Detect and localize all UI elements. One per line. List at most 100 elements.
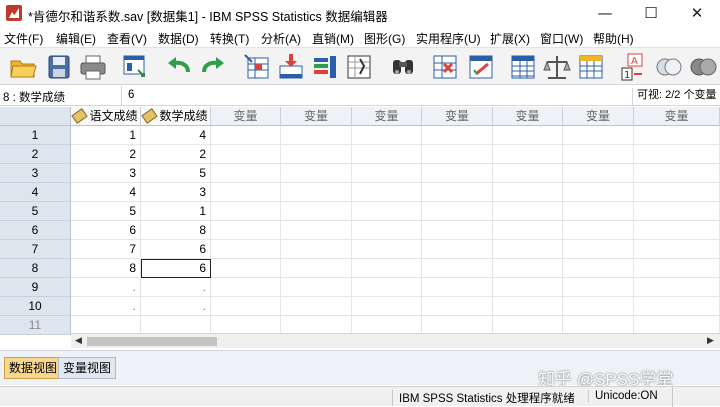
data-cell[interactable] xyxy=(634,164,720,183)
menu-edit[interactable]: 编辑(E) xyxy=(56,30,96,47)
data-cell[interactable]: 2 xyxy=(71,145,141,164)
recall-dialog-icon[interactable] xyxy=(120,52,150,82)
data-cell[interactable] xyxy=(563,278,634,297)
data-cell[interactable]: 5 xyxy=(71,202,141,221)
data-cell[interactable] xyxy=(422,259,493,278)
menu-marketing[interactable]: 直销(M) xyxy=(312,30,354,47)
minimize-button[interactable]: — xyxy=(582,0,628,27)
menu-window[interactable]: 窗口(W) xyxy=(540,30,583,47)
find-icon[interactable] xyxy=(388,52,418,82)
data-cell[interactable] xyxy=(281,297,352,316)
data-cell[interactable] xyxy=(634,202,720,221)
data-cell[interactable] xyxy=(493,259,563,278)
data-cell[interactable] xyxy=(563,145,634,164)
active-data-cell[interactable]: 6 xyxy=(141,259,211,278)
menu-utilities[interactable]: 实用程序(U) xyxy=(416,30,481,47)
split-file-icon[interactable] xyxy=(508,52,538,82)
data-cell[interactable] xyxy=(352,240,422,259)
data-cell[interactable] xyxy=(493,278,563,297)
data-cell[interactable] xyxy=(211,126,281,145)
value-labels-icon[interactable]: A 1 xyxy=(618,52,648,82)
data-cell[interactable] xyxy=(281,240,352,259)
row-header[interactable]: 4 xyxy=(0,183,71,202)
data-cell[interactable] xyxy=(422,278,493,297)
column-header-chinese-score[interactable]: 语文成绩 xyxy=(71,107,141,126)
data-cell[interactable] xyxy=(352,126,422,145)
menu-graphs[interactable]: 图形(G) xyxy=(364,30,405,47)
data-cell[interactable] xyxy=(422,145,493,164)
data-cell[interactable] xyxy=(634,297,720,316)
data-cell[interactable] xyxy=(422,221,493,240)
menu-view[interactable]: 查看(V) xyxy=(107,30,147,47)
data-cell[interactable]: 3 xyxy=(141,183,211,202)
data-cell[interactable] xyxy=(493,183,563,202)
data-cell[interactable] xyxy=(422,240,493,259)
menu-transform[interactable]: 转换(T) xyxy=(210,30,249,47)
data-cell[interactable] xyxy=(352,183,422,202)
select-cases-icon[interactable] xyxy=(576,52,606,82)
data-cell[interactable] xyxy=(563,297,634,316)
data-cell[interactable] xyxy=(493,164,563,183)
data-cell[interactable]: . xyxy=(141,297,211,316)
tab-data-view[interactable]: 数据视图 xyxy=(4,357,63,379)
data-cell[interactable]: 8 xyxy=(71,259,141,278)
data-cell[interactable] xyxy=(211,202,281,221)
data-cell[interactable] xyxy=(281,145,352,164)
data-cell[interactable] xyxy=(211,183,281,202)
data-cell[interactable]: . xyxy=(71,278,141,297)
data-cell[interactable] xyxy=(281,183,352,202)
data-cell[interactable] xyxy=(281,202,352,221)
data-cell[interactable] xyxy=(563,221,634,240)
data-cell[interactable]: 5 xyxy=(141,164,211,183)
data-cell[interactable] xyxy=(281,164,352,183)
tab-variable-view[interactable]: 变量视图 xyxy=(58,357,117,379)
open-folder-icon[interactable] xyxy=(8,52,38,82)
menu-data[interactable]: 数据(D) xyxy=(158,30,199,47)
data-cell[interactable] xyxy=(211,297,281,316)
data-cell[interactable] xyxy=(634,145,720,164)
data-cell[interactable]: 6 xyxy=(141,240,211,259)
column-header-empty-variable[interactable]: 变量 xyxy=(281,107,352,126)
show-all-variables-icon[interactable] xyxy=(688,52,718,82)
row-header[interactable]: 3 xyxy=(0,164,71,183)
data-cell[interactable] xyxy=(211,259,281,278)
maximize-button[interactable]: ☐ xyxy=(628,0,674,27)
goto-variable-icon[interactable] xyxy=(276,52,306,82)
row-header[interactable]: 8 xyxy=(0,259,71,278)
data-cell[interactable]: 1 xyxy=(71,126,141,145)
data-cell[interactable] xyxy=(634,240,720,259)
data-cell[interactable]: 6 xyxy=(71,221,141,240)
data-cell[interactable]: 8 xyxy=(141,221,211,240)
data-cell[interactable]: 7 xyxy=(71,240,141,259)
data-cell[interactable]: 4 xyxy=(71,183,141,202)
data-cell[interactable] xyxy=(493,240,563,259)
menu-analyze[interactable]: 分析(A) xyxy=(261,30,301,47)
data-cell[interactable] xyxy=(563,202,634,221)
row-header[interactable]: 6 xyxy=(0,221,71,240)
data-cell[interactable] xyxy=(634,259,720,278)
data-cell[interactable] xyxy=(281,278,352,297)
column-header-empty-variable[interactable]: 变量 xyxy=(563,107,634,126)
cell-value-input[interactable]: 6 xyxy=(128,89,134,101)
data-cell[interactable] xyxy=(352,164,422,183)
column-header-empty-variable[interactable]: 变量 xyxy=(493,107,563,126)
menu-help[interactable]: 帮助(H) xyxy=(593,30,634,47)
row-header[interactable]: 10 xyxy=(0,297,71,316)
insert-variable-icon[interactable] xyxy=(466,52,496,82)
row-header[interactable]: 7 xyxy=(0,240,71,259)
data-cell[interactable] xyxy=(352,145,422,164)
data-cell[interactable] xyxy=(634,278,720,297)
data-cell[interactable]: . xyxy=(141,278,211,297)
column-header-empty-variable[interactable]: 变量 xyxy=(352,107,422,126)
data-cell[interactable] xyxy=(211,240,281,259)
redo-icon[interactable] xyxy=(198,52,228,82)
data-cell[interactable] xyxy=(634,126,720,145)
data-cell[interactable]: 2 xyxy=(141,145,211,164)
data-cell[interactable]: 3 xyxy=(71,164,141,183)
row-header[interactable]: 9 xyxy=(0,278,71,297)
data-cell[interactable] xyxy=(211,145,281,164)
data-cell[interactable]: 1 xyxy=(141,202,211,221)
data-cell[interactable] xyxy=(563,240,634,259)
data-cell[interactable]: . xyxy=(71,297,141,316)
horizontal-scrollbar[interactable]: ◀ ▶ xyxy=(71,333,720,348)
